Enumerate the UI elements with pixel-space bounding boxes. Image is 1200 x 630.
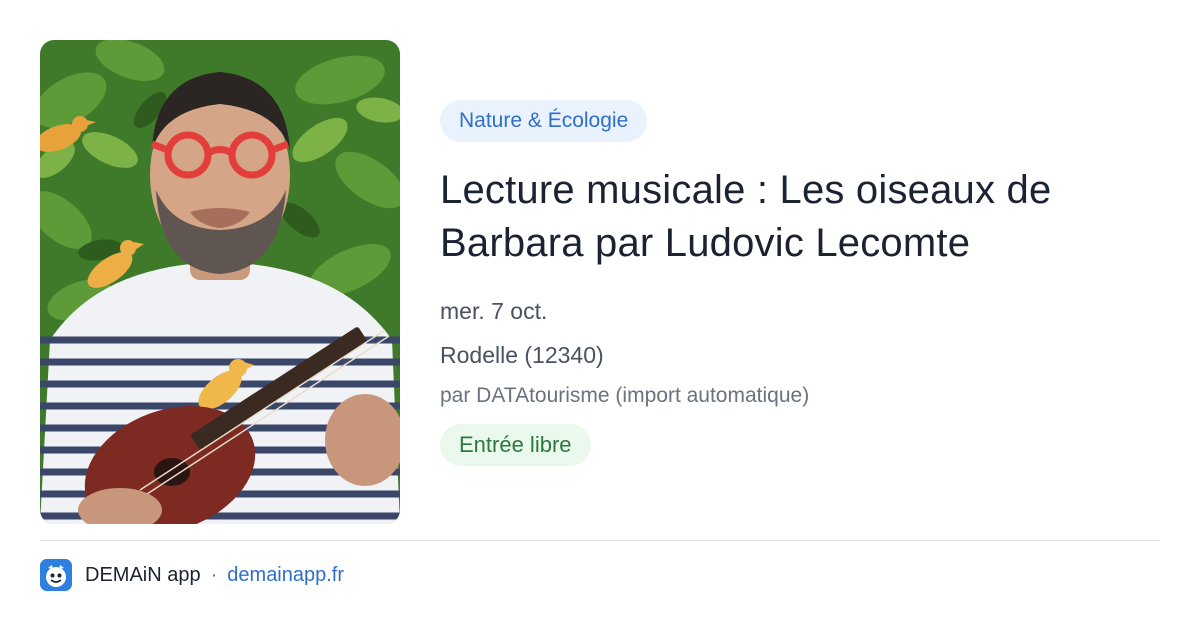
footer-divider	[40, 540, 1160, 541]
footer-separator: ·	[210, 563, 218, 586]
event-photo	[40, 40, 400, 524]
event-details: Nature & Écologie Lecture musicale : Les…	[440, 100, 1160, 466]
category-badge[interactable]: Nature & Écologie	[440, 100, 648, 142]
event-date: mer. 7 oct.	[440, 298, 548, 324]
event-card: Nature & Écologie Lecture musicale : Les…	[0, 0, 1200, 630]
app-name[interactable]: DEMAiN app	[85, 564, 201, 587]
event-title[interactable]: Lecture musicale : Les oiseaux de Barbar…	[440, 164, 1160, 270]
demain-app-logo-icon[interactable]	[40, 559, 72, 591]
event-location: Rodelle (12340)	[440, 342, 604, 368]
price-badge: Entrée libre	[440, 424, 591, 466]
event-source: par DATAtourisme (import automatique)	[440, 384, 810, 407]
app-domain-link[interactable]: demainapp.fr	[227, 564, 344, 587]
footer: DEMAiN app · demainapp.fr	[40, 558, 344, 592]
